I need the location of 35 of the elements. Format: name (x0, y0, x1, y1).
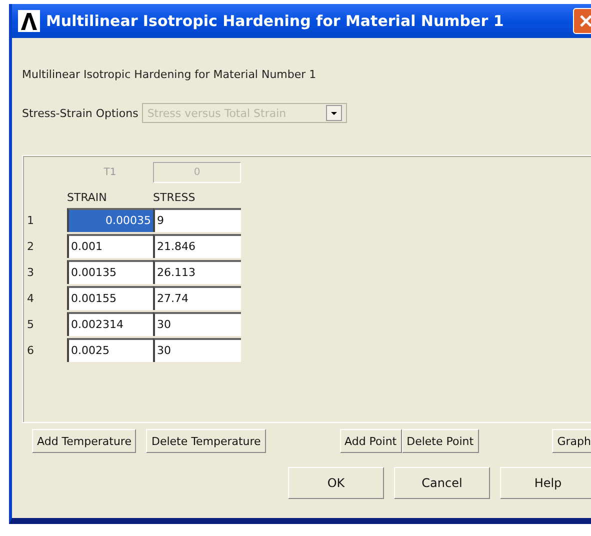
row-number: 3 (26, 266, 35, 278)
dialog-button[interactable]: Cancel (394, 467, 490, 499)
delete-point-button[interactable]: Delete Point (402, 429, 479, 453)
column-header: STRESS (153, 191, 196, 204)
column-header: STRAIN (67, 191, 108, 204)
row-number: 6 (26, 344, 35, 356)
logo-icon (18, 10, 40, 32)
table-cell[interactable]: 0.00155 (67, 286, 153, 310)
dialog-button[interactable]: Help (500, 467, 591, 499)
table-cell[interactable]: 9 (153, 208, 241, 232)
table-cell[interactable]: 0.002314 (67, 312, 153, 336)
table-cell[interactable]: 0.001 (67, 234, 153, 258)
close-icon (579, 14, 591, 28)
table-cell[interactable]: 0.00135 (67, 260, 153, 284)
options-label: Stress-Strain Options (22, 106, 138, 120)
dialog-heading: Multilinear Isotropic Hardening for Material Number 1 (22, 68, 318, 81)
table-cell[interactable]: 30 (153, 312, 241, 336)
table-cell[interactable]: 30 (153, 338, 241, 362)
table-cell[interactable]: 21.846 (153, 234, 241, 258)
table-cell[interactable]: 0.00035 (67, 208, 153, 232)
add-point-button[interactable]: Add Point (340, 429, 402, 453)
delete-temperature-button[interactable]: Delete Temperature (146, 429, 266, 453)
row-number: 4 (26, 292, 35, 304)
table-cell[interactable]: 26.113 (153, 260, 241, 284)
row-number: 1 (26, 214, 35, 226)
temperature-label: T1 (102, 167, 118, 178)
table-cell[interactable]: 0.0025 (67, 338, 153, 362)
add-temperature-button[interactable]: Add Temperature (32, 429, 136, 453)
row-number: 5 (26, 318, 35, 330)
window-title: Multilinear Isotropic Hardening for Material Number 1 (46, 12, 505, 30)
row-number: 2 (26, 240, 35, 252)
dialog-button[interactable]: OK (288, 467, 384, 499)
graph-button[interactable]: Graph (552, 429, 591, 453)
table-cell[interactable]: 27.74 (153, 286, 241, 310)
caret-icon (326, 105, 342, 121)
